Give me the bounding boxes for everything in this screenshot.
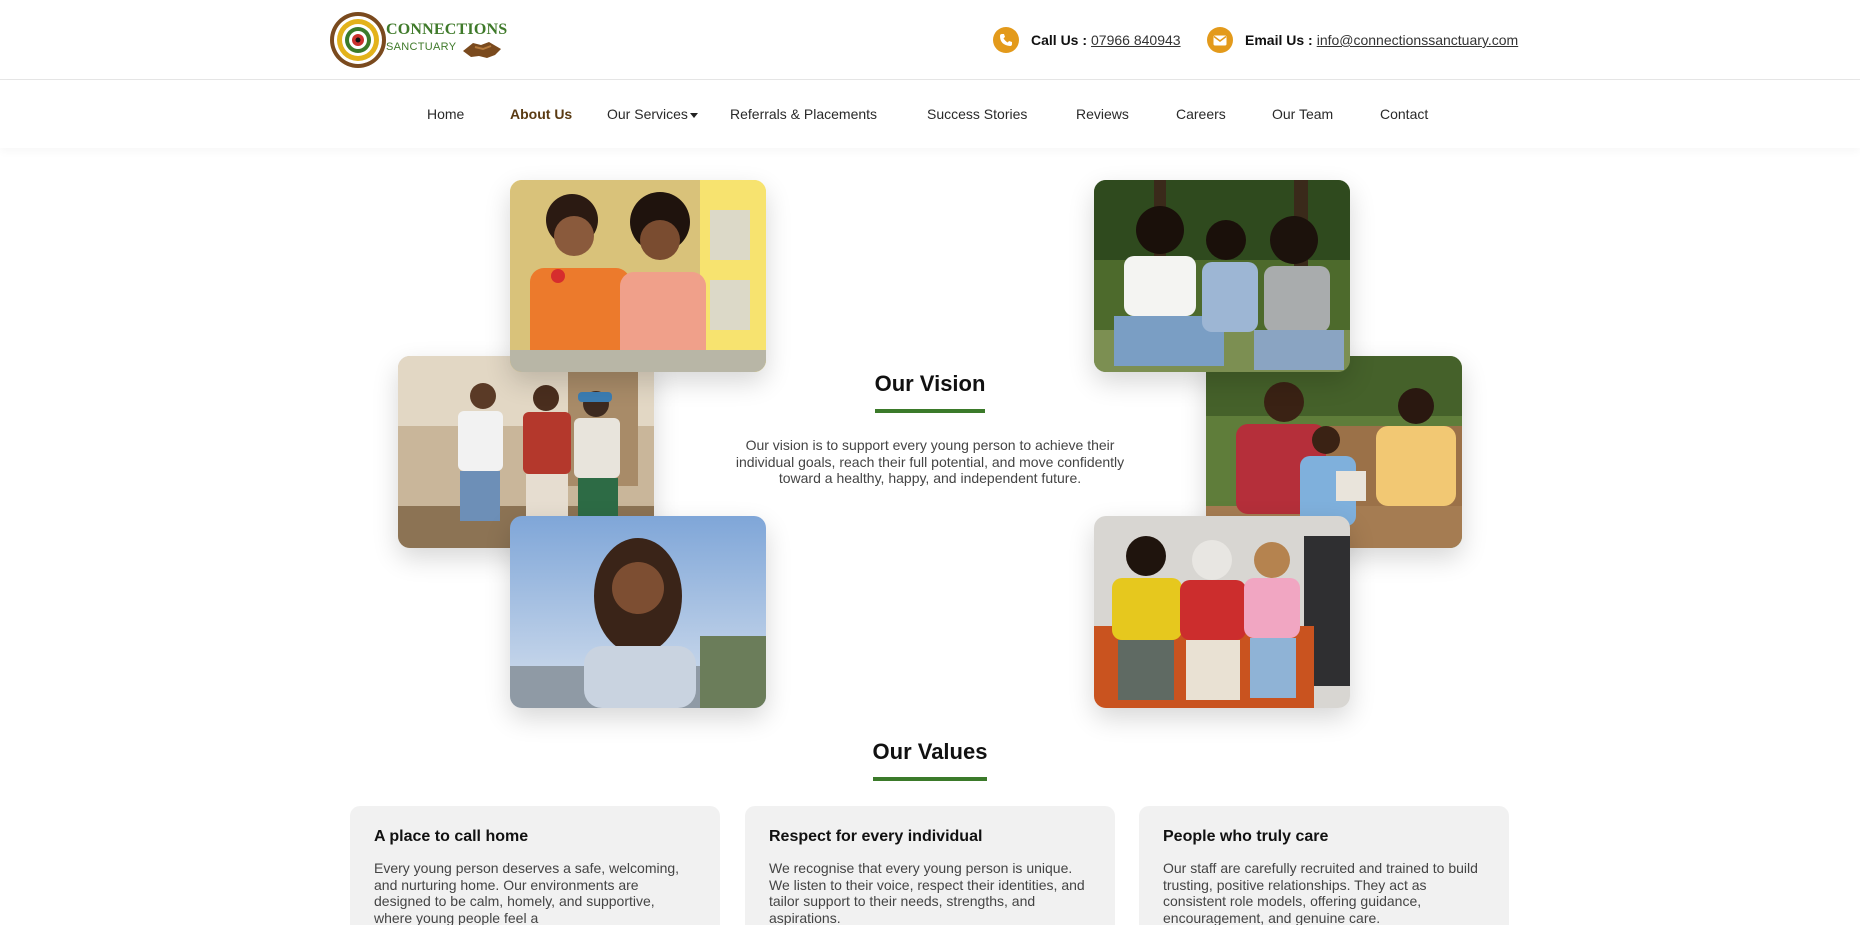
photo-friends-gaming	[1094, 516, 1350, 708]
nav-careers[interactable]: Careers	[1176, 106, 1226, 122]
value-card-respect: Respect for every individual We recognis…	[745, 806, 1115, 925]
phone-link[interactable]: 07966 840943	[1091, 32, 1181, 48]
nav-our-team[interactable]: Our Team	[1272, 106, 1333, 122]
vision-heading: Our Vision	[874, 371, 986, 396]
logo-subword: SANCTUARY	[386, 41, 457, 53]
value-card-title: Respect for every individual	[769, 828, 983, 845]
phone-contact: Call Us : 07966 840943	[993, 27, 1181, 53]
nav-our-services-label: Our Services	[607, 106, 688, 122]
nav-success-stories[interactable]: Success Stories	[927, 106, 1027, 122]
nav-contact[interactable]: Contact	[1380, 106, 1428, 122]
value-card-title: People who truly care	[1163, 828, 1329, 845]
values-heading: Our Values	[872, 739, 988, 764]
value-card-title: A place to call home	[374, 828, 529, 845]
value-card-home: A place to call home Every young person …	[350, 806, 720, 925]
nav-referrals-placements[interactable]: Referrals & Placements	[730, 106, 877, 122]
photo-girl-laughing	[510, 516, 766, 708]
vision-divider	[875, 409, 985, 413]
vision-text: Our vision is to support every young per…	[735, 437, 1125, 486]
site-logo[interactable]: CONNECTIONS SANCTUARY	[329, 11, 507, 69]
email-contact: Email Us : info@connectionssanctuary.com	[1207, 27, 1518, 53]
nav-home[interactable]: Home	[427, 106, 464, 122]
value-card-text: Our staff are carefully recruited and tr…	[1163, 860, 1478, 925]
envelope-icon	[1207, 27, 1233, 53]
nav-about-us[interactable]: About Us	[510, 106, 572, 122]
value-card-text: Every young person deserves a safe, welc…	[374, 860, 680, 925]
email-label: Email Us :	[1245, 32, 1313, 48]
nav-reviews[interactable]: Reviews	[1076, 106, 1129, 122]
chevron-down-icon	[689, 112, 698, 118]
logo-target-icon	[330, 12, 386, 68]
email-link[interactable]: info@connectionssanctuary.com	[1317, 32, 1519, 48]
value-card-care: People who truly care Our staff are care…	[1139, 806, 1509, 925]
phone-label: Call Us :	[1031, 32, 1088, 48]
photo-two-girls-smiling	[510, 180, 766, 372]
handshake-icon	[463, 42, 501, 58]
nav-our-services[interactable]: Our Services	[607, 106, 698, 122]
phone-icon	[993, 27, 1019, 53]
top-bar: CONNECTIONS SANCTUARY Call Us : 07966 84…	[0, 0, 1860, 80]
value-card-text: We recognise that every young person is …	[769, 860, 1085, 925]
main-nav: Home About Us Our Services Referrals & P…	[0, 80, 1860, 148]
photo-girls-in-park	[1094, 180, 1350, 372]
values-divider	[873, 777, 987, 781]
